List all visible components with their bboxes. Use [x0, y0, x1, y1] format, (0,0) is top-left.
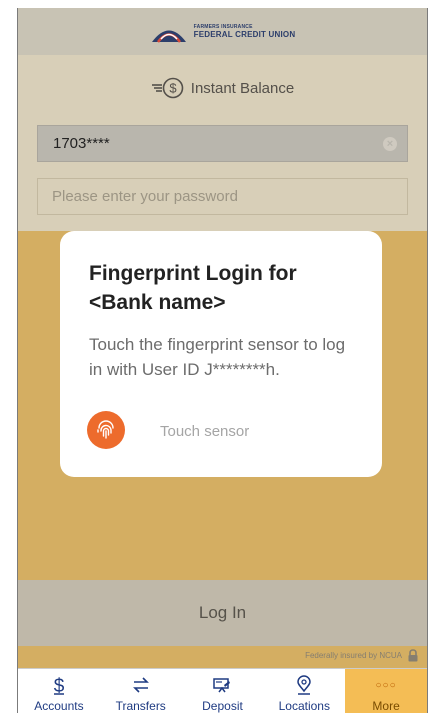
location-pin-icon [297, 675, 312, 695]
device-frame: FARMERS INSURANCE FEDERAL CREDIT UNION $… [0, 0, 432, 713]
bottom-tab-bar: $ Accounts Transfers Deposit Locations ○… [18, 668, 427, 713]
fingerprint-glyph-icon [97, 420, 114, 439]
tab-more-label: More [372, 699, 400, 713]
tab-transfers-label: Transfers [115, 699, 166, 713]
log-in-button[interactable]: Log In [18, 580, 427, 646]
tab-accounts-label: Accounts [34, 699, 84, 713]
tab-locations-label: Locations [278, 699, 330, 713]
svg-text:$: $ [54, 676, 65, 695]
logo-text-small: FARMERS INSURANCE [193, 23, 253, 30]
dialog-description: Touch the fingerprint sensor to log in w… [89, 335, 346, 379]
instant-balance-dollar-icon: $ [151, 77, 184, 99]
tab-deposit-label: Deposit [202, 699, 243, 713]
tab-more[interactable]: ○○○ More [345, 669, 427, 713]
fingerprint-login-dialog: Fingerprint Login for <Bank name> Touch … [60, 231, 382, 477]
bank-logo-icon [151, 30, 186, 43]
log-in-label: Log In [198, 603, 247, 622]
ncua-text: Federally insured by NCUA [305, 651, 402, 660]
clear-icon[interactable]: × [383, 137, 397, 151]
lock-icon [408, 649, 418, 662]
logo-text-big: FEDERAL CREDIT UNION [193, 29, 296, 39]
tab-deposit[interactable]: Deposit [182, 669, 264, 713]
user-id-field[interactable]: 1703**** × [37, 125, 408, 162]
dialog-title: Fingerprint Login for <Bank name> [89, 262, 297, 314]
password-field[interactable]: Please enter your password [37, 178, 408, 215]
touch-sensor-label: Touch sensor [160, 423, 250, 440]
check-deposit-icon [213, 678, 231, 693]
password-placeholder: Please enter your password [52, 188, 238, 205]
bank-logo: FARMERS INSURANCE FEDERAL CREDIT UNION [150, 21, 296, 43]
tab-accounts[interactable]: $ Accounts [18, 669, 100, 713]
tab-locations[interactable]: Locations [263, 669, 345, 713]
app-header: FARMERS INSURANCE FEDERAL CREDIT UNION [18, 8, 427, 55]
user-id-value: 1703**** [53, 135, 110, 152]
ncua-notice: Federally insured by NCUA [305, 649, 419, 662]
transfer-arrows-icon [132, 677, 149, 693]
more-dots-icon: ○○○ [375, 680, 397, 691]
svg-text:$: $ [169, 81, 177, 96]
dollar-icon: $ [54, 676, 65, 695]
login-panel: $ Instant Balance 1703**** × Please ente… [18, 55, 427, 231]
instant-balance-link[interactable]: $ Instant Balance [18, 77, 427, 99]
fingerprint-icon[interactable] [87, 411, 125, 449]
instant-balance-label: Instant Balance [190, 79, 295, 97]
tab-transfers[interactable]: Transfers [100, 669, 182, 713]
